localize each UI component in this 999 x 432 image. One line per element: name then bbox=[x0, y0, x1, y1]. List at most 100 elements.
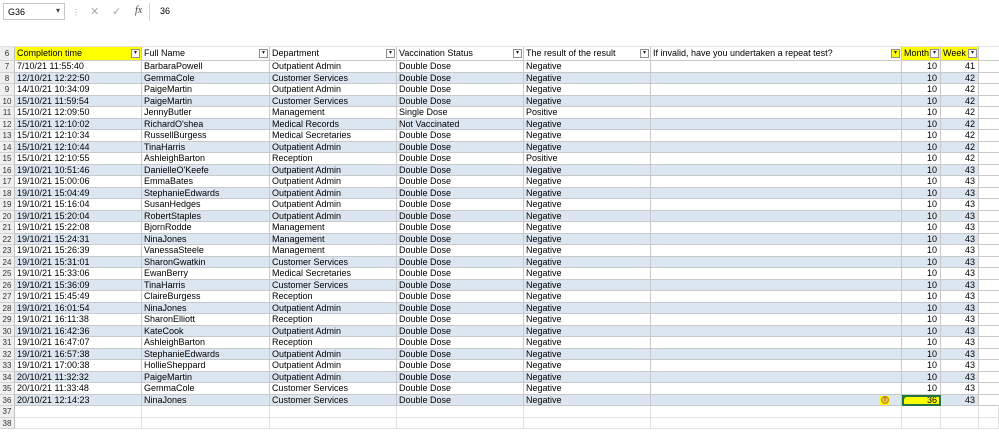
cell-full-name[interactable]: SharonGwatkin bbox=[142, 256, 270, 268]
empty-cell[interactable] bbox=[270, 417, 397, 429]
cell-full-name[interactable]: EmmaBates bbox=[142, 176, 270, 188]
cell-vaccination-status[interactable]: Double Dose bbox=[397, 222, 524, 234]
cell-department[interactable]: Customer Services bbox=[270, 383, 397, 395]
cell-completion-time[interactable]: 19/10/21 17:00:38 bbox=[15, 360, 142, 372]
cell-department[interactable]: Customer Services bbox=[270, 72, 397, 84]
cell-result[interactable]: Negative bbox=[524, 176, 651, 188]
header-vaccination-status[interactable]: Vaccination Status ▾ bbox=[397, 47, 524, 61]
cell-week[interactable]: 43 bbox=[941, 348, 979, 360]
row-number[interactable]: 25 bbox=[0, 268, 15, 280]
empty-cell[interactable] bbox=[979, 245, 999, 257]
cell-result[interactable]: Negative bbox=[524, 187, 651, 199]
cell-completion-time[interactable]: 15/10/21 12:09:50 bbox=[15, 107, 142, 119]
cell-department[interactable]: Outpatient Admin bbox=[270, 325, 397, 337]
cell-repeat-test[interactable] bbox=[651, 314, 902, 326]
cell-vaccination-status[interactable]: Double Dose bbox=[397, 84, 524, 96]
cell-full-name[interactable]: StephanieEdwards bbox=[142, 187, 270, 199]
cell-vaccination-status[interactable]: Double Dose bbox=[397, 72, 524, 84]
row-number[interactable]: 23 bbox=[0, 245, 15, 257]
cell-month[interactable]: 10 bbox=[902, 61, 941, 73]
cell-department[interactable]: Outpatient Admin bbox=[270, 164, 397, 176]
worksheet-grid[interactable]: 6 Completion time ▾ Full Name ▾ Department… bbox=[0, 47, 999, 429]
cell-full-name[interactable]: AshleighBarton bbox=[142, 337, 270, 349]
cell-result[interactable]: Negative bbox=[524, 61, 651, 73]
cell-repeat-test[interactable] bbox=[651, 72, 902, 84]
cell-week[interactable]: 42 bbox=[941, 130, 979, 142]
header-completion-time[interactable]: Completion time ▾ bbox=[15, 47, 142, 61]
row-number[interactable]: 26 bbox=[0, 279, 15, 291]
cell-repeat-test[interactable] bbox=[651, 325, 902, 337]
empty-cell[interactable] bbox=[979, 187, 999, 199]
filter-dropdown-icon[interactable]: ▾ bbox=[259, 49, 268, 58]
cell-result[interactable]: Positive bbox=[524, 107, 651, 119]
empty-cell[interactable] bbox=[524, 417, 651, 429]
cell-vaccination-status[interactable]: Double Dose bbox=[397, 233, 524, 245]
cell-month[interactable]: 10 bbox=[902, 360, 941, 372]
cell-full-name[interactable]: PaigeMartin bbox=[142, 95, 270, 107]
cell-department[interactable]: Reception bbox=[270, 291, 397, 303]
row-number[interactable]: 16 bbox=[0, 164, 15, 176]
filter-dropdown-icon[interactable]: ▾ bbox=[891, 49, 900, 58]
cell-month[interactable]: 10 bbox=[902, 72, 941, 84]
filter-dropdown-icon[interactable]: ▾ bbox=[513, 49, 522, 58]
cell-week[interactable]: 43 bbox=[941, 199, 979, 211]
cell-repeat-test[interactable] bbox=[651, 256, 902, 268]
row-number[interactable]: 10 bbox=[0, 95, 15, 107]
empty-cell[interactable] bbox=[979, 164, 999, 176]
cell-full-name[interactable]: RussellBurgess bbox=[142, 130, 270, 142]
cell-department[interactable]: Reception bbox=[270, 337, 397, 349]
cell-vaccination-status[interactable]: Double Dose bbox=[397, 210, 524, 222]
header-month[interactable]: Month ▾ bbox=[902, 47, 941, 61]
cell-week[interactable]: 42 bbox=[941, 141, 979, 153]
cell-full-name[interactable]: RichardO'shea bbox=[142, 118, 270, 130]
cell-completion-time[interactable]: 19/10/21 15:00:06 bbox=[15, 176, 142, 188]
cell-department[interactable]: Reception bbox=[270, 314, 397, 326]
empty-cell[interactable] bbox=[979, 84, 999, 96]
cell-completion-time[interactable]: 15/10/21 12:10:44 bbox=[15, 141, 142, 153]
cell-result[interactable]: Negative bbox=[524, 72, 651, 84]
row-number[interactable]: 21 bbox=[0, 222, 15, 234]
cell-vaccination-status[interactable]: Double Dose bbox=[397, 314, 524, 326]
empty-cell[interactable] bbox=[979, 371, 999, 383]
cell-repeat-test[interactable] bbox=[651, 210, 902, 222]
cell-repeat-test[interactable] bbox=[651, 187, 902, 199]
empty-cell[interactable] bbox=[15, 406, 142, 418]
filter-dropdown-icon[interactable]: ▾ bbox=[968, 49, 977, 58]
cell-department[interactable]: Management bbox=[270, 222, 397, 234]
cell-result[interactable]: Negative bbox=[524, 348, 651, 360]
cell-full-name[interactable]: JennyButler bbox=[142, 107, 270, 119]
cell-full-name[interactable]: StephanieEdwards bbox=[142, 348, 270, 360]
empty-cell[interactable] bbox=[142, 417, 270, 429]
empty-cell[interactable] bbox=[979, 107, 999, 119]
empty-cell[interactable] bbox=[941, 417, 979, 429]
cell-result[interactable]: Negative bbox=[524, 130, 651, 142]
cell-repeat-test[interactable] bbox=[651, 291, 902, 303]
cell-repeat-test[interactable] bbox=[651, 279, 902, 291]
header-repeat-test[interactable]: If invalid, have you undertaken a repeat… bbox=[651, 47, 902, 61]
empty-cell[interactable] bbox=[15, 417, 142, 429]
filter-dropdown-icon[interactable]: ▾ bbox=[640, 49, 649, 58]
cell-completion-time[interactable]: 19/10/21 16:47:07 bbox=[15, 337, 142, 349]
cell-month[interactable]: 10 bbox=[902, 210, 941, 222]
cell-repeat-test[interactable] bbox=[651, 107, 902, 119]
cell-vaccination-status[interactable]: Double Dose bbox=[397, 245, 524, 257]
cell-vaccination-status[interactable]: Double Dose bbox=[397, 141, 524, 153]
cell-repeat-test[interactable] bbox=[651, 233, 902, 245]
cell-completion-time[interactable]: 20/10/21 11:33:48 bbox=[15, 383, 142, 395]
cell-full-name[interactable]: TinaHarris bbox=[142, 141, 270, 153]
cell-repeat-test[interactable] bbox=[651, 130, 902, 142]
empty-cell[interactable] bbox=[979, 394, 999, 406]
cell-week[interactable]: 43 bbox=[941, 187, 979, 199]
cell-week[interactable]: 43 bbox=[941, 394, 979, 406]
cell-week[interactable]: 42 bbox=[941, 95, 979, 107]
row-number[interactable]: 33 bbox=[0, 360, 15, 372]
cell-repeat-test[interactable] bbox=[651, 141, 902, 153]
cell-vaccination-status[interactable]: Double Dose bbox=[397, 325, 524, 337]
cell-department[interactable]: Outpatient Admin bbox=[270, 360, 397, 372]
cell-department[interactable]: Customer Services bbox=[270, 95, 397, 107]
cell-completion-time[interactable]: 15/10/21 12:10:34 bbox=[15, 130, 142, 142]
insert-function-button[interactable]: fx bbox=[135, 5, 142, 16]
row-number[interactable]: 14 bbox=[0, 141, 15, 153]
empty-cell[interactable] bbox=[651, 406, 902, 418]
cell-completion-time[interactable]: 15/10/21 12:10:55 bbox=[15, 153, 142, 165]
